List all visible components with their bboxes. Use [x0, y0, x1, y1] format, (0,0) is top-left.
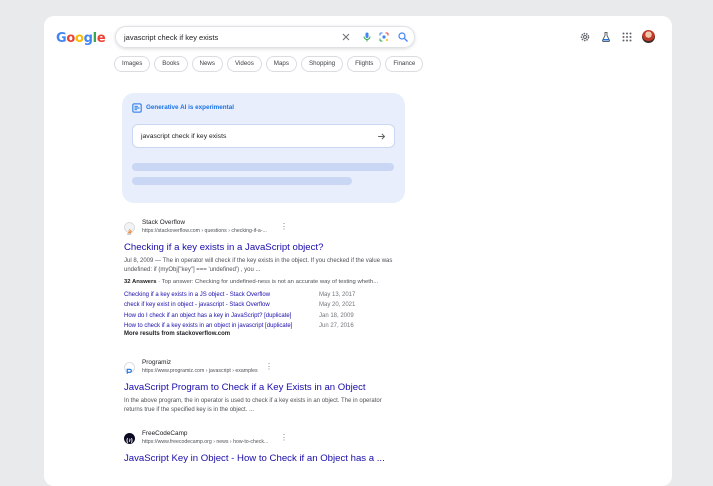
- page: Google javascript check if key exists Im…: [44, 16, 672, 486]
- site-url: https://www.freecodecamp.org › news › ho…: [142, 439, 269, 445]
- result-site[interactable]: FreeCodeCamp https://www.freecodecamp.or…: [124, 430, 394, 448]
- arrow-right-icon[interactable]: [377, 132, 386, 141]
- chip-maps[interactable]: Maps: [265, 56, 297, 72]
- avatar[interactable]: [642, 30, 655, 43]
- mic-icon[interactable]: [361, 31, 373, 43]
- stackoverflow-favicon: [124, 222, 135, 235]
- loading-bar: [132, 177, 352, 185]
- sub-results: Checking if a key exists in a JS object …: [124, 290, 394, 331]
- chip-images[interactable]: Images: [114, 56, 151, 72]
- freecodecamp-favicon: [124, 433, 135, 444]
- chip-flights[interactable]: Flights: [347, 56, 382, 72]
- result-site[interactable]: Stack Overflow https://stackoverflow.com…: [124, 219, 394, 237]
- loading-bar: [132, 163, 394, 171]
- site-url: https://www.programiz.com › javascript ›…: [142, 368, 258, 374]
- more-results-link[interactable]: More results from stackoverflow.com: [124, 331, 394, 337]
- close-icon[interactable]: [340, 31, 352, 43]
- chip-videos[interactable]: Videos: [226, 56, 262, 72]
- site-url: https://stackoverflow.com › questions › …: [142, 228, 267, 234]
- chip-finance[interactable]: Finance: [385, 56, 424, 72]
- sub-result-row[interactable]: check if key exist in object - javascrip…: [124, 300, 394, 310]
- top-answer[interactable]: 32 Answers · Top answer: Checking for un…: [124, 279, 394, 285]
- search-icon[interactable]: [397, 31, 409, 43]
- chip-books[interactable]: Books: [154, 56, 188, 72]
- search-result: Stack Overflow https://stackoverflow.com…: [124, 219, 394, 337]
- more-options-icon[interactable]: ⋮: [280, 434, 288, 442]
- programiz-favicon: [124, 362, 135, 374]
- search-result: Programiz https://www.programiz.com › ja…: [124, 359, 394, 415]
- chip-shopping[interactable]: Shopping: [300, 56, 344, 72]
- ai-query-box[interactable]: javascript check if key exists: [132, 124, 395, 148]
- result-snippet: Jul 8, 2009 — The in operator will check…: [124, 258, 393, 273]
- sub-result-row[interactable]: How do I check if an object has a key in…: [124, 311, 394, 321]
- result-title[interactable]: JavaScript Key in Object - How to Check …: [124, 453, 394, 464]
- google-logo[interactable]: Google: [56, 31, 106, 46]
- gear-icon[interactable]: [579, 31, 591, 43]
- site-name: Programiz: [142, 359, 172, 366]
- more-options-icon[interactable]: ⋮: [265, 363, 273, 371]
- filter-chips: Images Books News Videos Maps Shopping F…: [114, 56, 424, 72]
- sub-result-row[interactable]: How to check if a key exists in an objec…: [124, 321, 394, 331]
- apps-grid-icon[interactable]: [621, 31, 633, 43]
- flask-icon[interactable]: [600, 31, 612, 43]
- chip-news[interactable]: News: [191, 56, 223, 72]
- more-options-icon[interactable]: ⋮: [280, 223, 288, 231]
- ai-query: javascript check if key exists: [141, 133, 227, 140]
- result-snippet: In the above program, the in operator is…: [124, 398, 382, 413]
- lens-icon[interactable]: [378, 31, 390, 43]
- search-result: FreeCodeCamp https://www.freecodecamp.or…: [124, 430, 394, 464]
- sub-result-row[interactable]: Checking if a key exists in a JS object …: [124, 290, 394, 300]
- ai-title: Generative AI is experimental: [146, 104, 234, 111]
- result-title[interactable]: Checking if a key exists in a JavaScript…: [124, 242, 394, 253]
- search-box[interactable]: javascript check if key exists: [115, 26, 415, 48]
- result-title[interactable]: JavaScript Program to Check if a Key Exi…: [124, 382, 394, 393]
- generative-ai-panel: Generative AI is experimental javascript…: [122, 93, 405, 203]
- search-input[interactable]: javascript check if key exists: [124, 33, 218, 42]
- sge-icon: [132, 103, 142, 113]
- result-site[interactable]: Programiz https://www.programiz.com › ja…: [124, 359, 394, 377]
- site-name: FreeCodeCamp: [142, 430, 188, 437]
- site-name: Stack Overflow: [142, 219, 185, 226]
